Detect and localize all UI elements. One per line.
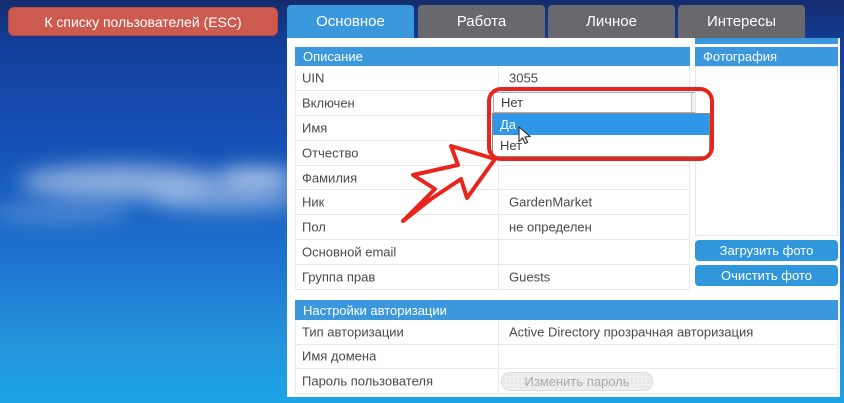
user-edit-screen: К списку пользователей (ESC) Основное Ра… <box>0 0 844 403</box>
main-panel: Описание UIN 3055 Включен Нет Имя Отчест… <box>287 38 840 397</box>
description-table: UIN 3055 Включен Нет Имя Отчество Фамили… <box>295 66 711 291</box>
row-label: Фамилия <box>302 170 358 185</box>
row-value[interactable]: не определен <box>509 220 592 235</box>
dropdown-option-yes[interactable]: Да <box>493 114 709 135</box>
cloud-decoration <box>0 205 130 221</box>
table-row-uin: UIN 3055 <box>296 66 689 91</box>
row-label: Отчество <box>302 145 359 161</box>
cloud-decoration <box>150 185 300 211</box>
enabled-select[interactable]: Нет <box>493 91 711 113</box>
enabled-dropdown-list: Да Нет <box>492 113 710 157</box>
tab-interests[interactable]: Интересы <box>678 5 805 38</box>
table-row-auth-type: Тип авторизации Active Directory прозрач… <box>296 320 837 345</box>
row-value[interactable]: Active Directory прозрачная авторизация <box>509 324 753 339</box>
photo-preview-area <box>695 66 838 236</box>
selected-option-label: Нет <box>501 94 524 110</box>
table-row-lastname: Фамилия <box>296 166 689 191</box>
back-to-user-list-button[interactable]: К списку пользователей (ESC) <box>8 7 278 36</box>
cloud-decoration <box>215 168 295 188</box>
dropdown-option-no[interactable]: Нет <box>493 135 709 156</box>
description-section-header: Описание <box>295 47 690 66</box>
auth-table: Тип авторизации Active Directory прозрач… <box>295 320 838 394</box>
table-row-nick: Ник GardenMarket <box>296 190 689 216</box>
row-value[interactable]: Guests <box>509 270 550 285</box>
tab-work[interactable]: Работа <box>418 5 545 38</box>
row-label: Пол <box>302 219 326 235</box>
photo-section-header: Фотография <box>695 47 838 66</box>
table-row-domain: Имя домена <box>296 345 837 370</box>
table-row-email: Основной email <box>296 240 689 266</box>
row-label: Ник <box>302 194 325 210</box>
auth-section-header: Настройки авторизации <box>295 300 838 320</box>
clear-photo-button[interactable]: Очистить фото <box>695 265 838 286</box>
upload-photo-button[interactable]: Загрузить фото <box>695 240 838 261</box>
tab-personal[interactable]: Личное <box>548 5 675 38</box>
row-label: Имя домена <box>302 348 377 364</box>
tab-basic[interactable]: Основное <box>287 5 414 38</box>
row-label: Тип авторизации <box>302 324 404 340</box>
row-label: Группа прав <box>302 269 376 285</box>
change-password-button[interactable]: Изменить пароль <box>501 372 653 392</box>
row-value[interactable]: 3055 <box>509 70 538 85</box>
table-row-password: Пароль пользователя Изменить пароль <box>296 369 837 394</box>
row-label: Основной email <box>302 244 397 260</box>
row-label: Пароль пользователя <box>302 373 434 389</box>
row-value[interactable]: GardenMarket <box>509 195 592 210</box>
row-label: Имя <box>302 120 328 136</box>
photo-section-top-strip <box>695 38 838 44</box>
row-label: UIN <box>302 70 325 86</box>
table-row-gender: Пол не определен <box>296 215 689 241</box>
table-row-permission-group: Группа прав Guests <box>296 265 689 291</box>
row-label: Включен <box>302 95 355 111</box>
